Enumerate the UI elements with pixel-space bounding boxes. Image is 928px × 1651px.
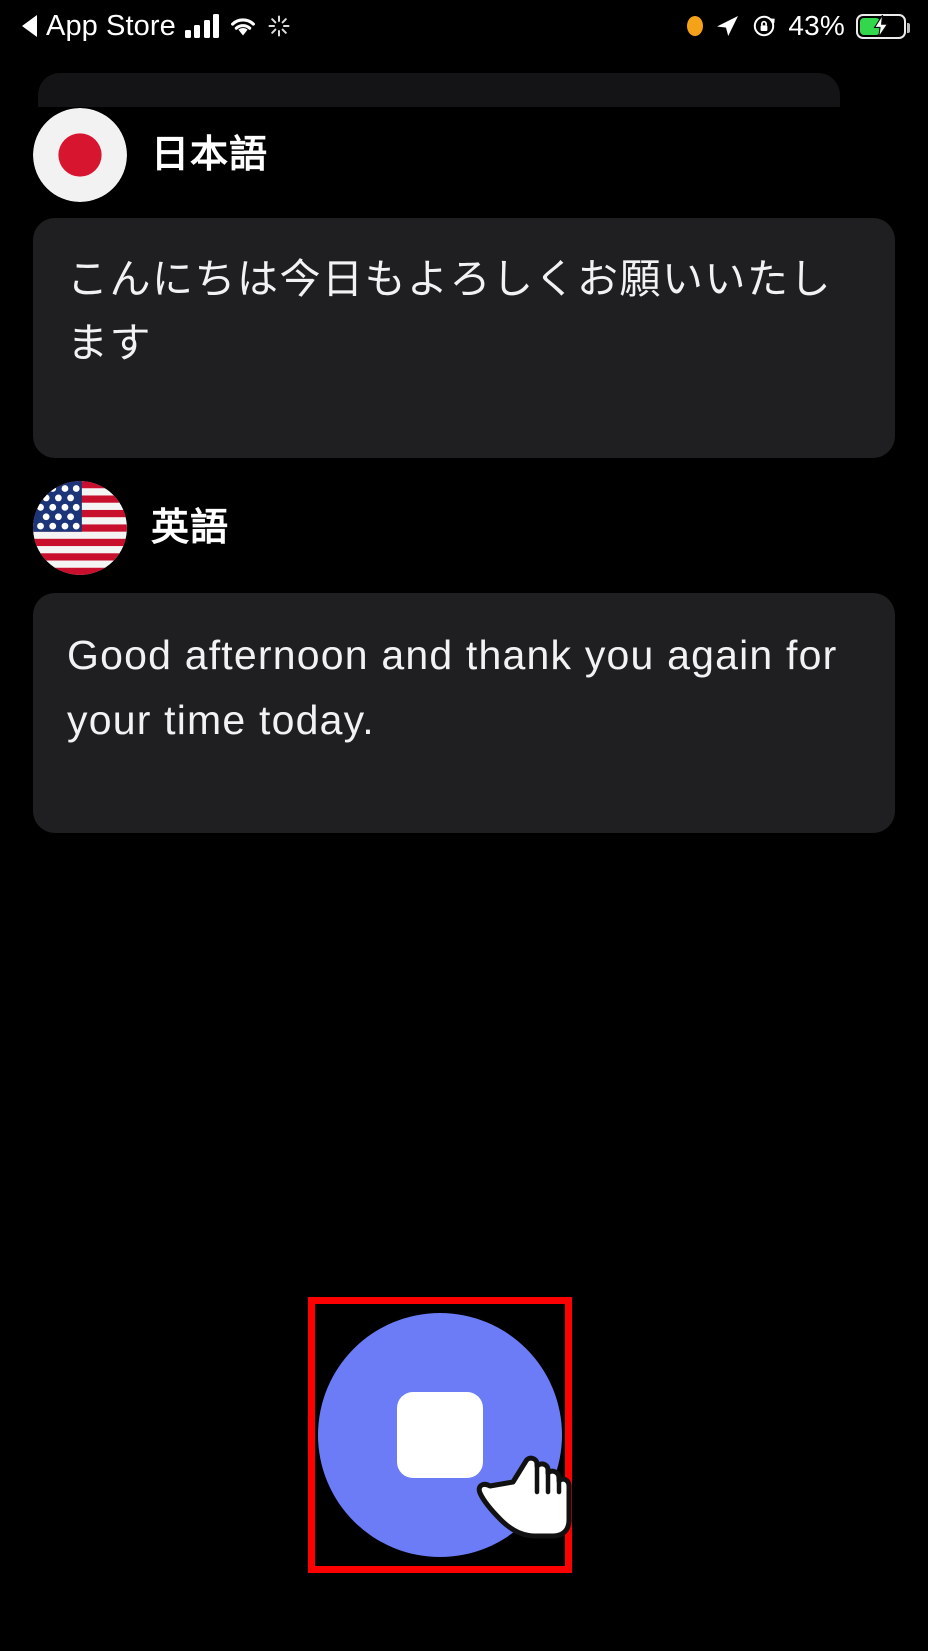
- app-screen: App Store 43% 日本語 こんにちは今日もよろしくお願いいたします 英…: [0, 0, 928, 1651]
- conversation-list: 日本語 こんにちは今日もよろしくお願いいたします 英語 Good afterno…: [0, 107, 928, 833]
- location-arrow-icon: [714, 14, 740, 38]
- transcript-card-japanese[interactable]: こんにちは今日もよろしくお願いいたします: [33, 218, 895, 458]
- status-bar-left[interactable]: App Store: [22, 11, 291, 41]
- back-to-app-label[interactable]: App Store: [46, 11, 176, 41]
- flag-usa-icon: [33, 481, 127, 575]
- back-triangle-icon[interactable]: [22, 15, 37, 37]
- language-label-japanese: 日本語: [151, 134, 269, 176]
- status-bar: App Store 43%: [0, 0, 928, 52]
- language-label-english: 英語: [151, 507, 230, 549]
- transcript-text-japanese: こんにちは今日もよろしくお願いいたします: [67, 256, 832, 366]
- previous-card-peek: [38, 73, 840, 107]
- activity-spinner-icon: [267, 14, 291, 38]
- stop-recording-button[interactable]: [318, 1313, 562, 1557]
- status-bar-right: 43%: [687, 10, 910, 41]
- battery-charging-icon: [856, 13, 910, 39]
- rotation-lock-icon: [751, 13, 777, 39]
- transcript-card-english[interactable]: Good afternoon and thank you again for y…: [33, 593, 895, 833]
- transcript-text-english: Good afternoon and thank you again for y…: [67, 632, 838, 743]
- record-button-region: [308, 1297, 572, 1573]
- conversation-entry-header-english: 英語: [0, 480, 928, 576]
- battery-percent-label: 43%: [788, 10, 845, 41]
- stop-recording-icon: [397, 1392, 483, 1478]
- cellular-signal-icon: [184, 14, 220, 38]
- conversation-entry-header-japanese: 日本語: [0, 107, 928, 203]
- flag-japan-icon: [33, 108, 127, 202]
- wifi-icon: [228, 14, 258, 38]
- microphone-in-use-dot-icon: [687, 16, 704, 36]
